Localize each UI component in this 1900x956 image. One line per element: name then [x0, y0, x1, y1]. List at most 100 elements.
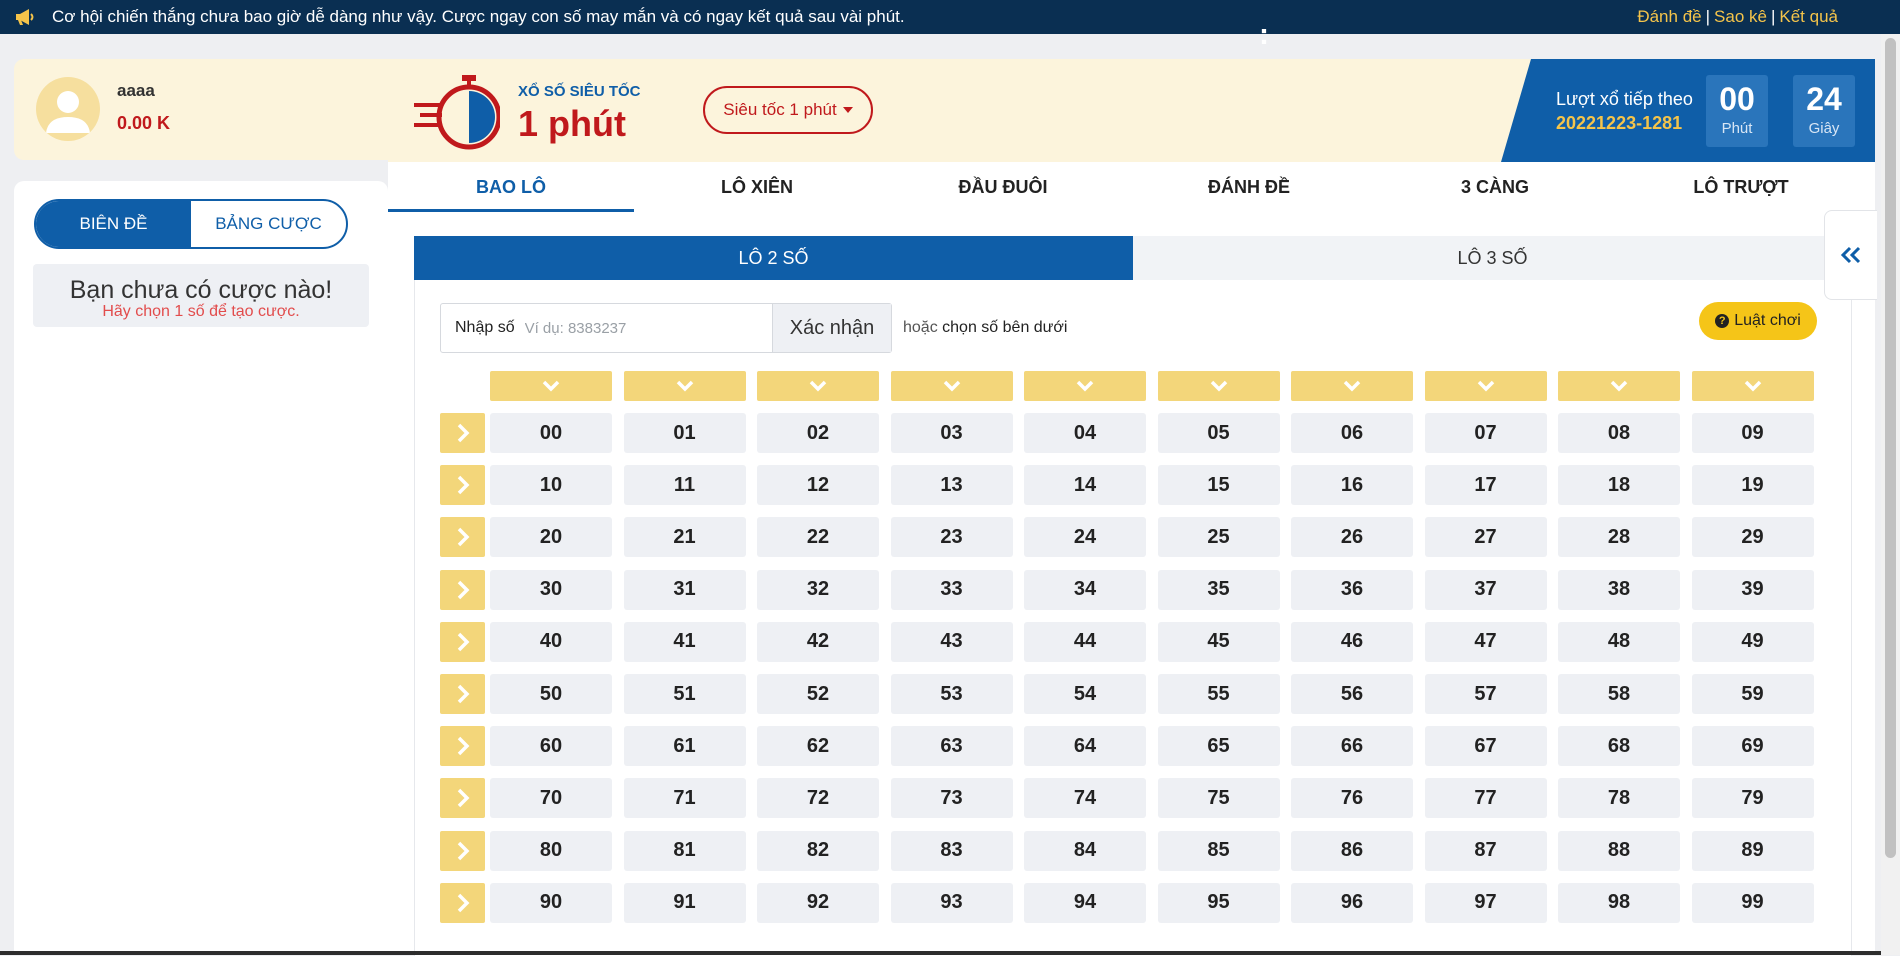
tab-bien-de[interactable]: BIÊN ĐỀ [36, 201, 191, 247]
number-cell[interactable]: 10 [490, 465, 612, 506]
number-cell[interactable]: 98 [1558, 882, 1680, 923]
number-cell[interactable]: 15 [1157, 465, 1280, 506]
number-cell[interactable]: 70 [490, 778, 612, 819]
number-cell[interactable]: 47 [1424, 621, 1547, 662]
number-cell[interactable]: 46 [1291, 621, 1413, 662]
number-cell[interactable]: 30 [490, 569, 612, 610]
number-cell[interactable]: 75 [1157, 778, 1280, 819]
select-column-button[interactable] [1291, 371, 1413, 401]
number-cell[interactable]: 20 [490, 517, 612, 558]
select-column-button[interactable] [890, 371, 1013, 401]
select-column-button[interactable] [1558, 371, 1680, 401]
number-cell[interactable]: 11 [623, 465, 746, 506]
number-cell[interactable]: 38 [1558, 569, 1680, 610]
select-row-button[interactable] [440, 726, 485, 767]
tab-3-cang[interactable]: 3 CÀNG [1372, 162, 1618, 212]
number-cell[interactable]: 51 [623, 674, 746, 714]
number-cell[interactable]: 79 [1691, 778, 1814, 819]
number-cell[interactable]: 65 [1157, 726, 1280, 767]
number-cell[interactable]: 89 [1691, 830, 1814, 871]
number-cell[interactable]: 28 [1558, 517, 1680, 558]
select-column-button[interactable] [1157, 371, 1280, 401]
number-cell[interactable]: 81 [623, 830, 746, 871]
number-cell[interactable]: 02 [757, 413, 879, 453]
number-cell[interactable]: 01 [623, 413, 746, 453]
number-cell[interactable]: 93 [890, 882, 1013, 923]
number-cell[interactable]: 80 [490, 830, 612, 871]
number-cell[interactable]: 61 [623, 726, 746, 767]
scrollbar-thumb[interactable] [1885, 38, 1896, 858]
avatar[interactable] [36, 77, 100, 141]
tab-lo-xien[interactable]: LÔ XIÊN [634, 162, 880, 212]
number-cell[interactable]: 64 [1024, 726, 1146, 767]
number-cell[interactable]: 83 [890, 830, 1013, 871]
number-cell[interactable]: 22 [757, 517, 879, 558]
number-cell[interactable]: 76 [1291, 778, 1413, 819]
select-row-button[interactable] [440, 465, 485, 506]
select-row-button[interactable] [440, 413, 485, 453]
number-cell[interactable]: 13 [890, 465, 1013, 506]
number-cell[interactable]: 72 [757, 778, 879, 819]
select-row-button[interactable] [440, 830, 485, 871]
number-cell[interactable]: 41 [623, 621, 746, 662]
number-cell[interactable]: 19 [1691, 465, 1814, 506]
number-cell[interactable]: 82 [757, 830, 879, 871]
number-cell[interactable]: 21 [623, 517, 746, 558]
number-cell[interactable]: 56 [1291, 674, 1413, 714]
number-cell[interactable]: 95 [1157, 882, 1280, 923]
number-cell[interactable]: 97 [1424, 882, 1547, 923]
number-cell[interactable]: 84 [1024, 830, 1146, 871]
number-cell[interactable]: 18 [1558, 465, 1680, 506]
number-cell[interactable]: 29 [1691, 517, 1814, 558]
number-cell[interactable]: 24 [1024, 517, 1146, 558]
number-cell[interactable]: 03 [890, 413, 1013, 453]
link-ket-qua[interactable]: Kết quả [1779, 7, 1838, 26]
select-row-button[interactable] [440, 778, 485, 819]
select-column-button[interactable] [1424, 371, 1547, 401]
number-cell[interactable]: 32 [757, 569, 879, 610]
number-cell[interactable]: 05 [1157, 413, 1280, 453]
subtab-lo-3-so[interactable]: LÔ 3 SỐ [1133, 236, 1852, 280]
number-cell[interactable]: 33 [890, 569, 1013, 610]
tab-bao-lo[interactable]: BAO LÔ [388, 162, 634, 212]
subtab-lo-2-so[interactable]: LÔ 2 SỐ [414, 236, 1133, 280]
number-cell[interactable]: 09 [1691, 413, 1814, 453]
tab-danh-de[interactable]: ĐÁNH ĐỀ [1126, 162, 1372, 212]
number-cell[interactable]: 49 [1691, 621, 1814, 662]
number-cell[interactable]: 99 [1691, 882, 1814, 923]
number-cell[interactable]: 66 [1291, 726, 1413, 767]
number-cell[interactable]: 62 [757, 726, 879, 767]
select-column-button[interactable] [623, 371, 746, 401]
number-cell[interactable]: 58 [1558, 674, 1680, 714]
number-cell[interactable]: 68 [1558, 726, 1680, 767]
number-cell[interactable]: 78 [1558, 778, 1680, 819]
number-cell[interactable]: 69 [1691, 726, 1814, 767]
number-cell[interactable]: 90 [490, 882, 612, 923]
number-cell[interactable]: 06 [1291, 413, 1413, 453]
number-cell[interactable]: 39 [1691, 569, 1814, 610]
number-cell[interactable]: 73 [890, 778, 1013, 819]
number-cell[interactable]: 14 [1024, 465, 1146, 506]
number-cell[interactable]: 31 [623, 569, 746, 610]
number-cell[interactable]: 55 [1157, 674, 1280, 714]
number-cell[interactable]: 44 [1024, 621, 1146, 662]
number-cell[interactable]: 96 [1291, 882, 1413, 923]
number-cell[interactable]: 00 [490, 413, 612, 453]
number-cell[interactable]: 63 [890, 726, 1013, 767]
number-input[interactable] [522, 304, 772, 352]
number-cell[interactable]: 54 [1024, 674, 1146, 714]
number-cell[interactable]: 85 [1157, 830, 1280, 871]
number-cell[interactable]: 35 [1157, 569, 1280, 610]
select-column-button[interactable] [1691, 371, 1814, 401]
number-cell[interactable]: 45 [1157, 621, 1280, 662]
number-cell[interactable]: 87 [1424, 830, 1547, 871]
page-scrollbar[interactable] [1881, 34, 1900, 955]
number-cell[interactable]: 50 [490, 674, 612, 714]
number-cell[interactable]: 60 [490, 726, 612, 767]
number-cell[interactable]: 04 [1024, 413, 1146, 453]
select-column-button[interactable] [1024, 371, 1146, 401]
select-row-button[interactable] [440, 621, 485, 662]
number-cell[interactable]: 34 [1024, 569, 1146, 610]
number-cell[interactable]: 88 [1558, 830, 1680, 871]
tab-dau-duoi[interactable]: ĐẦU ĐUÔI [880, 162, 1126, 212]
